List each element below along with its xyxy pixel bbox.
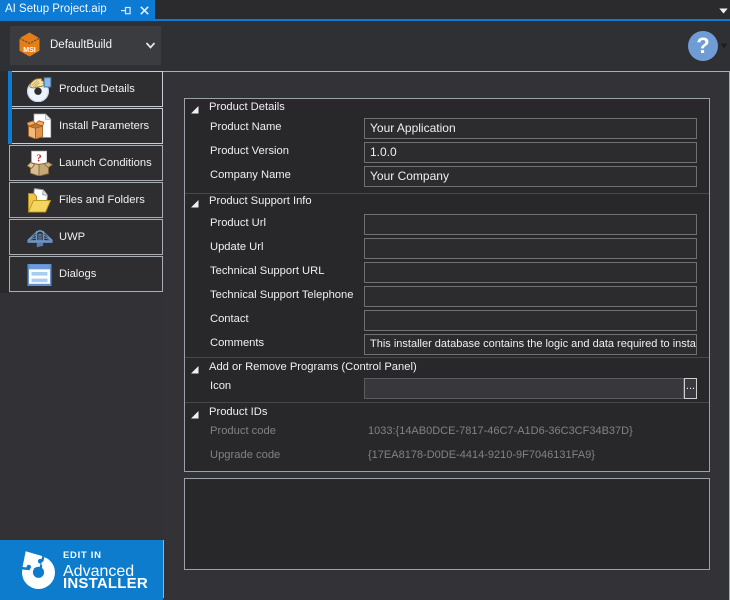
- svg-text:MSI: MSI: [23, 47, 36, 54]
- svg-text:?: ?: [36, 153, 42, 165]
